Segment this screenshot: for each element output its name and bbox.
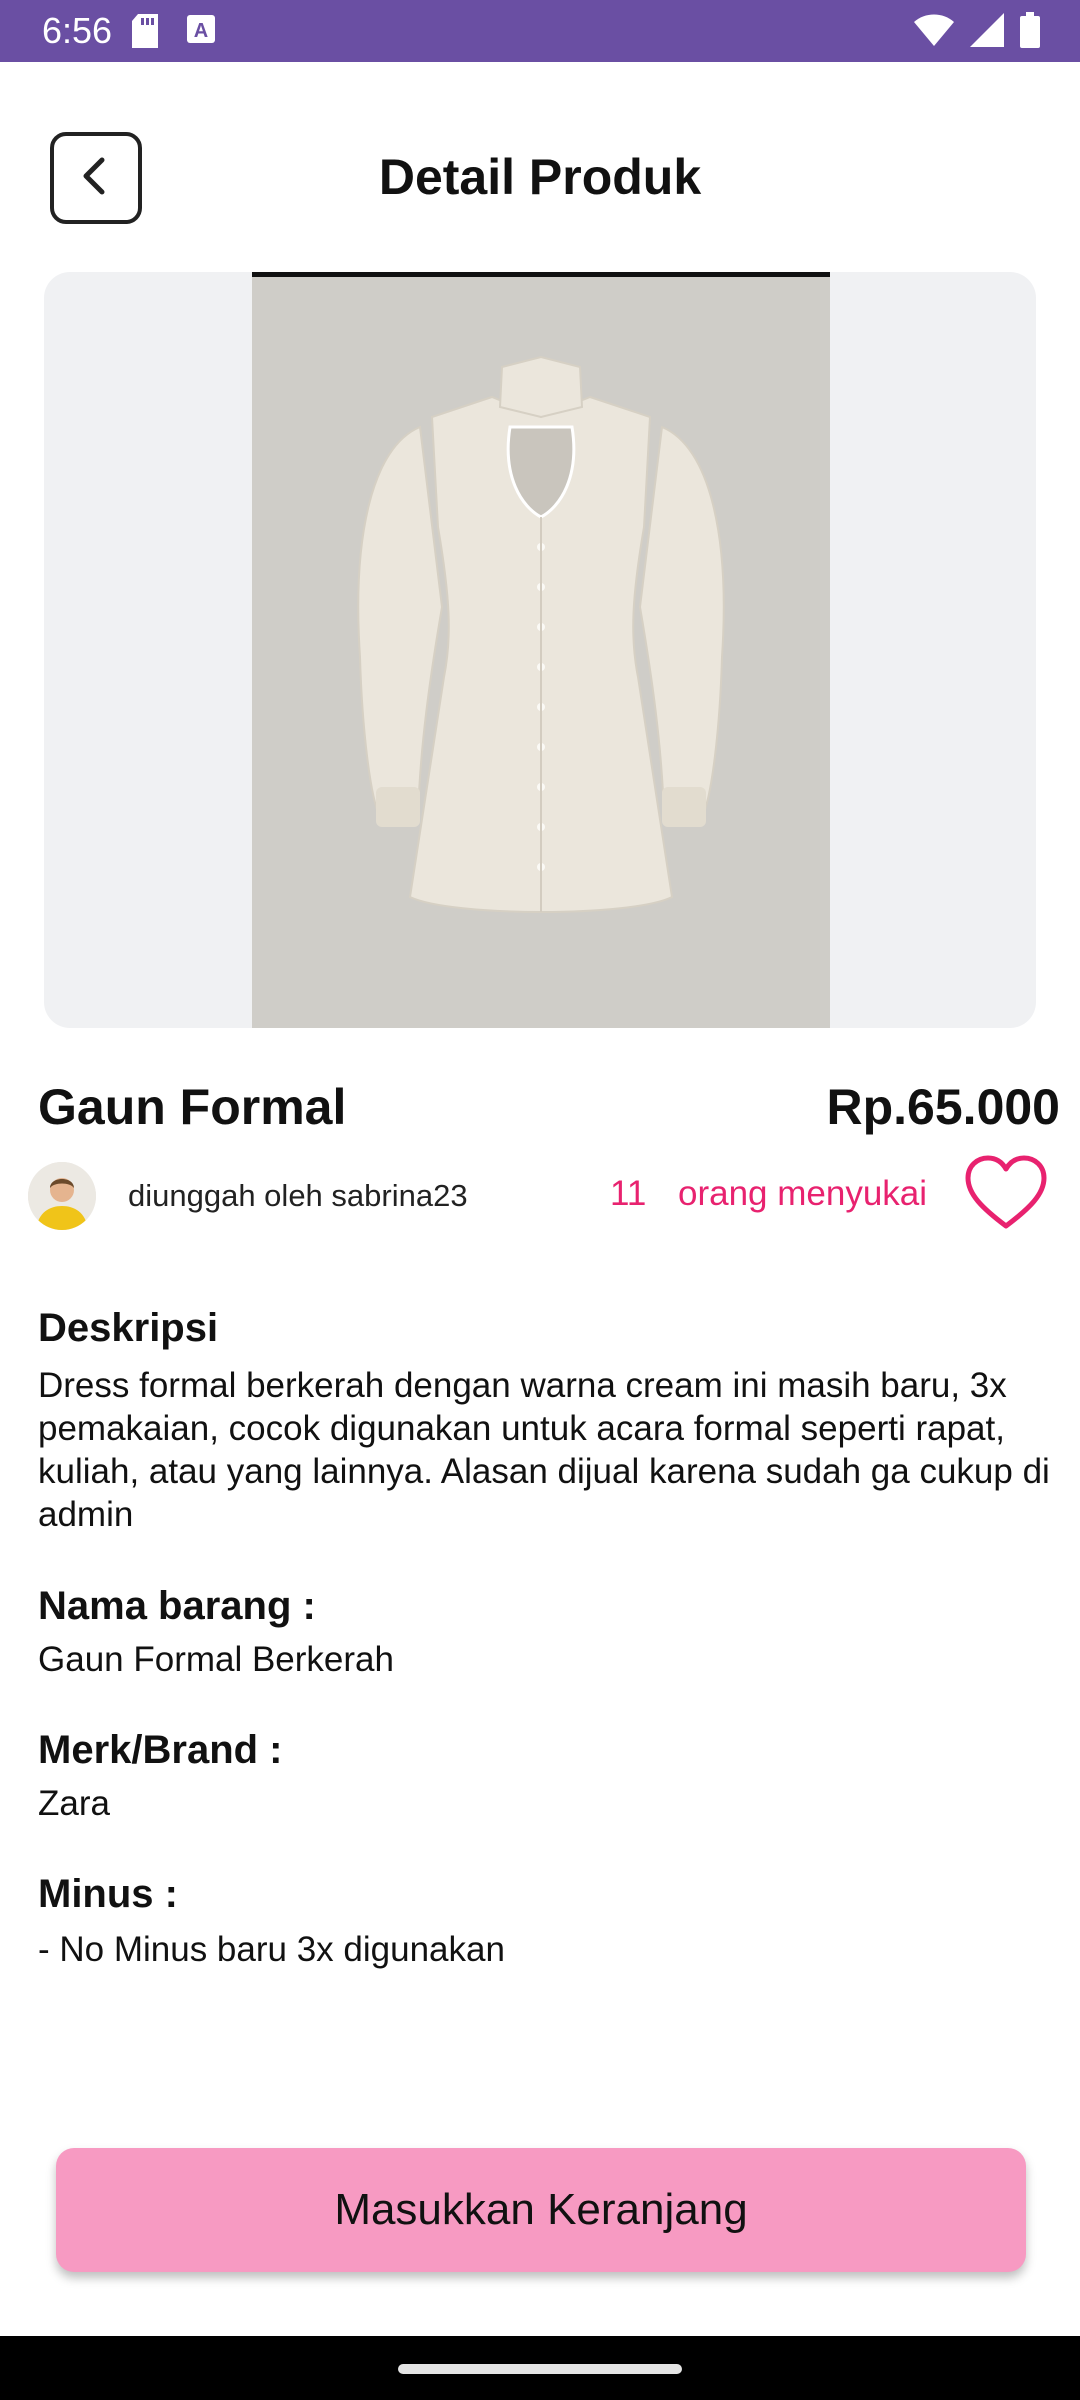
minus-value: - No Minus baru 3x digunakan — [38, 1930, 505, 1969]
item-name-title: Nama barang : — [38, 1584, 316, 1628]
product-name: Gaun Formal — [38, 1079, 347, 1135]
battery-icon — [1020, 12, 1040, 53]
like-count: 11 — [610, 1174, 647, 1213]
sd-card-icon — [132, 14, 158, 53]
text-a-icon: A — [186, 14, 216, 49]
uploader-text[interactable]: diunggah oleh sabrina23 — [128, 1178, 468, 1214]
product-image[interactable] — [252, 272, 830, 1028]
page-title: Detail Produk — [378, 149, 702, 205]
wifi-icon — [914, 13, 954, 52]
product-image-card — [44, 272, 1036, 1028]
add-to-cart-button[interactable]: Masukkan Keranjang — [56, 2148, 1026, 2272]
minus-title: Minus : — [38, 1872, 178, 1916]
navigation-bar — [0, 2336, 1080, 2400]
product-price: Rp.65.000 — [826, 1079, 1060, 1135]
description-body: Dress formal berkerah dengan warna cream… — [38, 1366, 1050, 1534]
like-button[interactable] — [962, 1152, 1050, 1232]
like-label: orang menyukai — [678, 1174, 928, 1213]
heart-outline-icon — [962, 1155, 1050, 1236]
description-title: Deskripsi — [38, 1306, 219, 1350]
brand-value: Zara — [38, 1784, 110, 1823]
status-bar: 6:56 A — [0, 0, 1080, 62]
item-name-value: Gaun Formal Berkerah — [38, 1640, 394, 1679]
status-time: 6:56 — [42, 10, 113, 51]
avatar[interactable] — [28, 1162, 96, 1230]
svg-text:A: A — [194, 20, 208, 42]
home-gesture-handle[interactable] — [398, 2364, 682, 2374]
brand-title: Merk/Brand : — [38, 1728, 283, 1772]
signal-icon — [970, 13, 1004, 52]
